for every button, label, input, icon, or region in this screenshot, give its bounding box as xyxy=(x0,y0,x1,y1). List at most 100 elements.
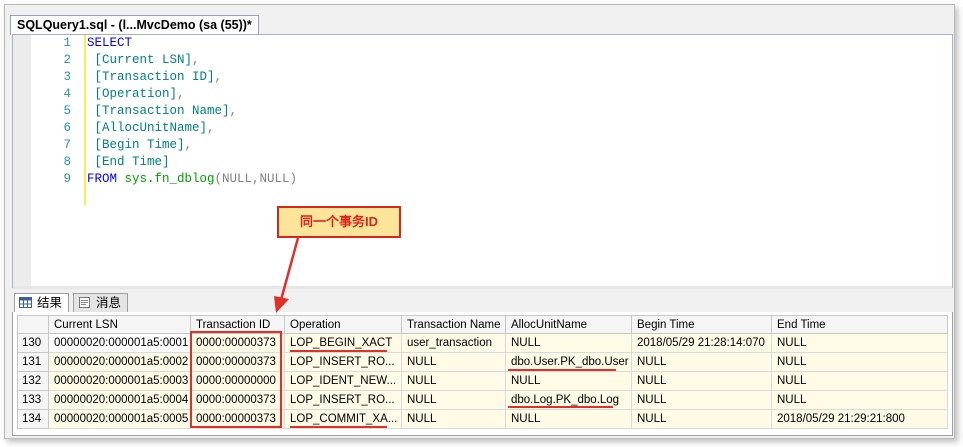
code-token: [Begin Time] xyxy=(87,138,185,152)
column-header[interactable]: End Time xyxy=(771,315,948,334)
table-cell[interactable]: 0000:00000373 xyxy=(190,390,285,410)
query-editor[interactable]: 1 SELECT 2 [Current LSN], 3 [Transaction ID… xyxy=(12,34,953,288)
code-token: , xyxy=(184,138,193,152)
column-header[interactable]: AllocUnitName xyxy=(505,315,632,334)
table-cell[interactable]: NULL xyxy=(771,390,948,410)
table-cell[interactable]: 0000:00000373 xyxy=(190,352,285,372)
table-cell[interactable]: NULL xyxy=(631,352,772,372)
table-cell[interactable]: 00000020:000001a5:0004 xyxy=(48,390,191,410)
table-cell[interactable]: 00000020:000001a5:0003 xyxy=(48,371,191,391)
code-token: [Transaction ID] xyxy=(87,70,215,84)
table-cell[interactable]: NULL xyxy=(631,409,772,429)
code-token: (NULL,NULL) xyxy=(214,172,298,186)
allocunit-underline xyxy=(508,369,616,371)
line-number: 8 xyxy=(63,155,71,169)
code-token: [AllocUnitName] xyxy=(87,121,208,135)
document-tab-title: SQLQuery1.sql - (l...MvcDemo (sa (55))* xyxy=(17,18,252,32)
table-cell[interactable]: LOP_IDENT_NEW... xyxy=(284,371,402,391)
code-text: [Begin Time], xyxy=(87,137,193,154)
changed-lines-marker xyxy=(84,35,86,205)
column-header[interactable]: Operation xyxy=(284,315,402,334)
tab-messages[interactable]: 消息 xyxy=(73,293,129,313)
code-text: [Current LSN], xyxy=(87,52,200,69)
table-cell[interactable]: NULL xyxy=(401,352,506,372)
code-text: [End Time] xyxy=(87,154,170,171)
code-text: FROM sys.fn_dblog(NULL,NULL) xyxy=(87,171,297,188)
callout-text: 同一个事务ID xyxy=(299,214,378,229)
column-header[interactable]: Begin Time xyxy=(631,315,772,334)
tab-messages-label: 消息 xyxy=(96,296,122,310)
row-number[interactable]: 134 xyxy=(17,409,49,429)
column-header[interactable]: Transaction Name xyxy=(401,315,506,334)
editor-scrollbar[interactable] xyxy=(13,286,952,289)
code-text: [AllocUnitName], xyxy=(87,120,215,137)
table-cell[interactable]: 00000020:000001a5:0005 xyxy=(48,409,191,429)
row-number[interactable]: 130 xyxy=(17,333,49,353)
code-text: [Transaction ID], xyxy=(87,69,223,86)
table-row: 133 00000020:000001a5:0004 0000:00000373 LO… xyxy=(17,390,948,410)
table-cell[interactable]: NULL xyxy=(631,390,772,410)
grid-icon xyxy=(19,297,32,308)
code-text: SELECT xyxy=(87,35,132,52)
table-cell[interactable]: 0000:00000373 xyxy=(190,333,285,353)
column-header[interactable]: Transaction ID xyxy=(190,315,285,334)
line-number: 9 xyxy=(63,172,71,186)
code-token: , xyxy=(229,104,238,118)
table-cell[interactable]: LOP_INSERT_RO... xyxy=(284,352,402,372)
document-tab[interactable]: SQLQuery1.sql - (l...MvcDemo (sa (55))* xyxy=(10,15,259,35)
code-token: sys.fn_dblog xyxy=(124,172,215,186)
line-number: 2 xyxy=(63,53,71,67)
editor-margin xyxy=(13,35,31,287)
table-cell[interactable]: NULL xyxy=(631,371,772,391)
table-cell[interactable]: NULL xyxy=(401,371,506,391)
table-cell[interactable]: 2018/05/29 21:29:21:800 xyxy=(771,409,948,429)
row-number[interactable]: 132 xyxy=(17,371,49,391)
table-cell[interactable]: NULL xyxy=(505,409,632,429)
code-text: [Transaction Name], xyxy=(87,103,238,120)
table-cell[interactable]: 0000:00000000 xyxy=(190,371,285,391)
grid-header-row: Current LSN Transaction ID Operation Tra… xyxy=(17,315,948,334)
line-number: 5 xyxy=(63,104,71,118)
table-cell[interactable]: NULL xyxy=(771,333,948,353)
table-cell[interactable]: user_transaction xyxy=(401,333,506,353)
table-cell[interactable]: NULL xyxy=(401,409,506,429)
line-number: 7 xyxy=(63,138,71,152)
table-cell[interactable]: 00000020:000001a5:0001 xyxy=(48,333,191,353)
code-token: , xyxy=(177,87,185,101)
table-cell[interactable]: LOP_INSERT_RO... xyxy=(284,390,402,410)
table-cell[interactable]: NULL xyxy=(505,333,632,353)
table-cell[interactable]: 00000020:000001a5:0002 xyxy=(48,352,191,372)
code-token: [End Time] xyxy=(87,155,170,169)
table-cell[interactable]: NULL xyxy=(771,352,948,372)
code-token: [Current LSN] xyxy=(87,53,193,67)
table-cell[interactable]: NULL xyxy=(505,371,632,391)
column-header[interactable]: Current LSN xyxy=(48,315,191,334)
row-number[interactable]: 131 xyxy=(17,352,49,372)
message-icon xyxy=(79,297,90,308)
line-number: 3 xyxy=(63,70,71,84)
table-cell[interactable]: NULL xyxy=(401,390,506,410)
row-number[interactable]: 133 xyxy=(17,390,49,410)
code-token: SELECT xyxy=(87,36,133,50)
table-row: 134 00000020:000001a5:0005 0000:00000373 LO… xyxy=(17,409,948,429)
code-token: , xyxy=(214,70,223,84)
operation-underline xyxy=(290,426,387,428)
tab-results[interactable]: 结果 xyxy=(14,293,70,313)
table-cell[interactable]: 2018/05/29 21:28:14:070 xyxy=(631,333,772,353)
grid-corner[interactable] xyxy=(17,315,49,334)
table-cell[interactable]: NULL xyxy=(771,371,948,391)
code-token: [Transaction Name] xyxy=(87,104,230,118)
table-row: 132 00000020:000001a5:0003 0000:00000000 LO… xyxy=(17,371,948,391)
table-row: 131 00000020:000001a5:0002 0000:00000373 LO… xyxy=(17,352,948,372)
line-number: 1 xyxy=(63,36,71,50)
line-number: 4 xyxy=(63,87,71,101)
operation-underline xyxy=(290,350,387,352)
table-cell[interactable]: 0000:00000373 xyxy=(190,409,285,429)
code-token: , xyxy=(192,53,200,67)
annotation-callout: 同一个事务ID xyxy=(277,206,401,238)
code-text: [Operation], xyxy=(87,86,185,103)
results-grid: Current LSN Transaction ID Operation Tra… xyxy=(17,315,948,429)
code-token: [Operation] xyxy=(87,87,178,101)
line-number: 6 xyxy=(63,121,71,135)
